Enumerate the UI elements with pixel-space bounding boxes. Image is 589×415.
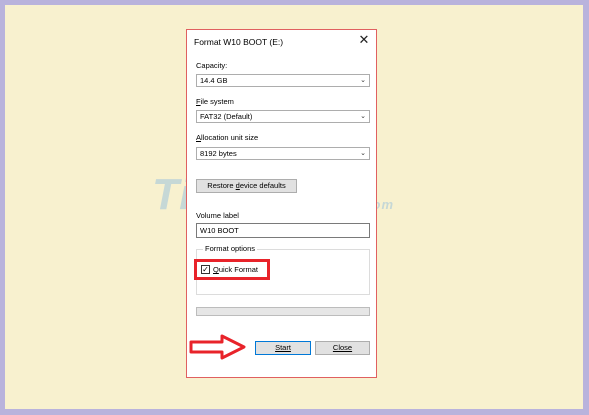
red-arrow-icon — [189, 334, 246, 360]
chevron-down-icon: ⌄ — [360, 150, 366, 157]
file-system-select[interactable]: FAT32 (Default) ⌄ — [196, 110, 370, 123]
close-button[interactable]: Close — [315, 341, 370, 355]
dialog-title: Format W10 BOOT (E:) — [194, 37, 284, 47]
start-button[interactable]: Start — [255, 341, 311, 355]
allocation-select[interactable]: 8192 bytes ⌄ — [196, 147, 370, 160]
file-system-value: FAT32 (Default) — [200, 112, 253, 121]
format-dialog: Format W10 BOOT (E:) ✕ Capacity: 14.4 GB… — [186, 29, 377, 378]
capacity-select[interactable]: 14.4 GB ⌄ — [196, 74, 370, 87]
chevron-down-icon: ⌄ — [360, 113, 366, 120]
volume-label-input[interactable]: W10 BOOT — [196, 223, 370, 238]
allocation-label: Allocation unit size — [196, 133, 259, 142]
close-icon[interactable]: ✕ — [357, 33, 371, 47]
quick-format-label[interactable]: Quick Format — [213, 265, 258, 274]
capacity-value: 14.4 GB — [200, 76, 228, 85]
format-options-label: Format options — [203, 244, 258, 253]
volume-label-caption: Volume label — [196, 211, 239, 220]
capacity-label: Capacity: — [196, 61, 228, 70]
restore-defaults-button[interactable]: Restore device defaults — [196, 179, 297, 193]
file-system-label: File system — [196, 97, 234, 106]
quick-format-checkbox[interactable]: ✓ — [201, 265, 210, 274]
allocation-value: 8192 bytes — [200, 149, 237, 158]
format-progress-bar — [196, 307, 370, 316]
chevron-down-icon: ⌄ — [360, 77, 366, 84]
